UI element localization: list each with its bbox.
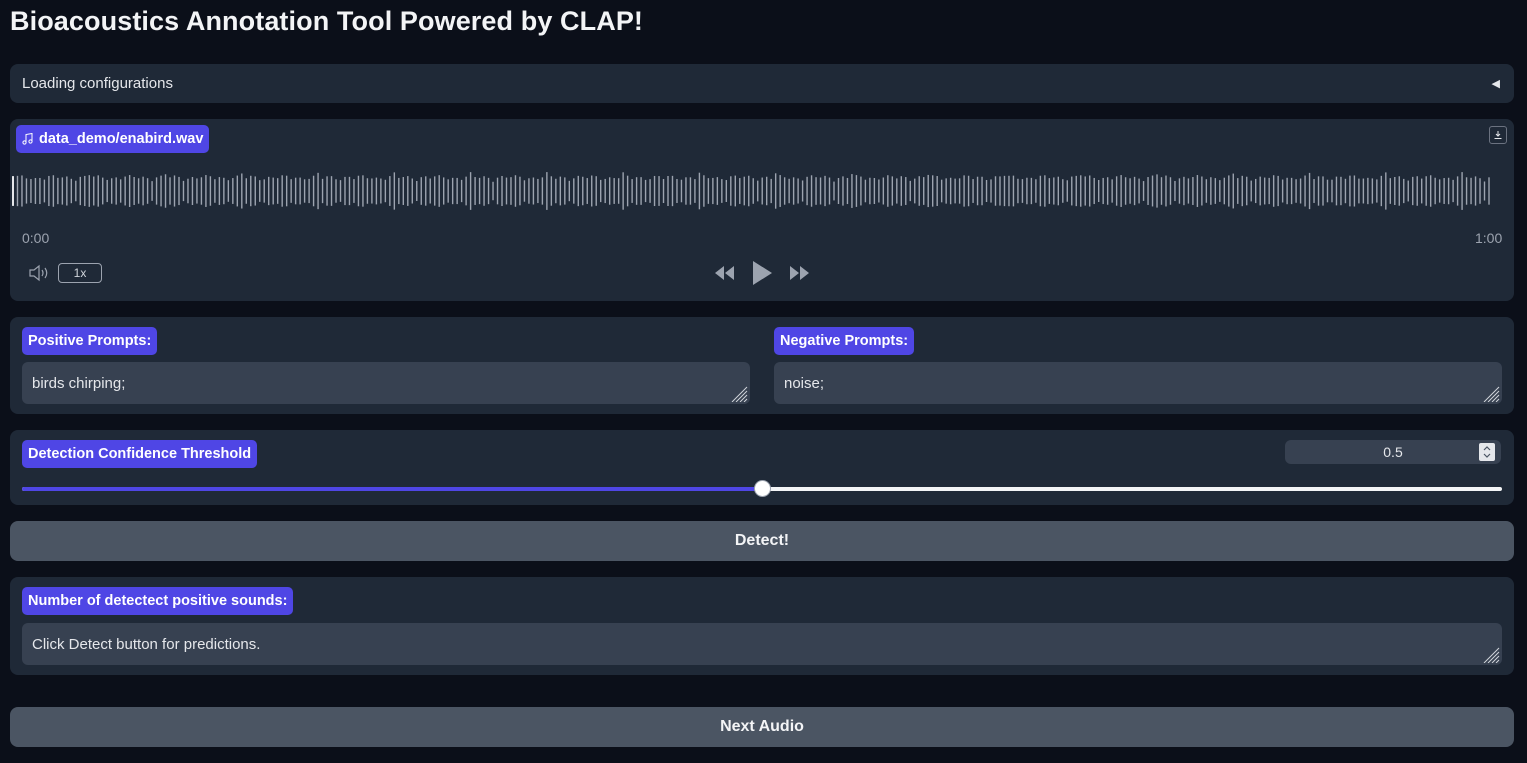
threshold-panel: Detection Confidence Threshold 0.5 [10, 430, 1514, 505]
page-title: Bioacoustics Annotation Tool Powered by … [10, 6, 644, 36]
threshold-number-input[interactable]: 0.5 [1285, 440, 1501, 464]
audio-filename: data_demo/enabird.wav [39, 131, 204, 147]
number-spinner[interactable] [1479, 443, 1495, 461]
fast-forward-icon[interactable] [788, 264, 812, 282]
next-audio-button[interactable]: Next Audio [10, 707, 1514, 747]
music-icon [22, 133, 33, 145]
loading-configurations-accordion[interactable]: Loading configurations ◀ [10, 64, 1514, 103]
positive-prompts-label: Positive Prompts: [22, 327, 158, 355]
result-panel: Number of detectect positive sounds: Cli… [10, 577, 1514, 675]
download-icon [1494, 131, 1502, 139]
detected-count-label: Number of detectect positive sounds: [22, 587, 294, 615]
spinner-arrows-icon [1483, 446, 1491, 458]
volume-icon[interactable] [28, 264, 50, 282]
prompts-panel: Positive Prompts: birds chirping; Negati… [10, 317, 1514, 414]
total-duration: 1:00 [1475, 230, 1503, 246]
threshold-label: Detection Confidence Threshold [22, 440, 258, 468]
detect-button[interactable]: Detect! [10, 521, 1514, 561]
resize-grip-icon[interactable] [1480, 384, 1500, 402]
accordion-label: Loading configurations [22, 75, 173, 92]
playback-rate-button[interactable]: 1x [58, 263, 102, 283]
collapse-arrow-icon[interactable]: ◀ [1492, 77, 1500, 90]
slider-handle[interactable] [754, 480, 771, 497]
audio-file-label: data_demo/enabird.wav [16, 125, 210, 153]
current-time: 0:00 [22, 230, 50, 246]
negative-prompts-input[interactable]: noise; [774, 362, 1502, 404]
waveform[interactable] [12, 164, 1490, 218]
resize-grip-icon[interactable] [728, 384, 748, 402]
detected-count-output[interactable]: Click Detect button for predictions. [22, 623, 1502, 665]
positive-prompts-input[interactable]: birds chirping; [22, 362, 750, 404]
threshold-slider[interactable] [22, 480, 1502, 497]
negative-prompts-label: Negative Prompts: [774, 327, 915, 355]
negative-prompts-value: noise; [784, 374, 825, 392]
threshold-value: 0.5 [1383, 444, 1403, 460]
play-icon[interactable] [750, 259, 774, 287]
download-button[interactable] [1489, 126, 1507, 144]
slider-fill [22, 487, 762, 491]
rewind-icon[interactable] [712, 264, 736, 282]
resize-grip-icon[interactable] [1480, 645, 1500, 663]
detected-count-value: Click Detect button for predictions. [32, 635, 261, 653]
positive-prompts-value: birds chirping; [32, 374, 126, 392]
